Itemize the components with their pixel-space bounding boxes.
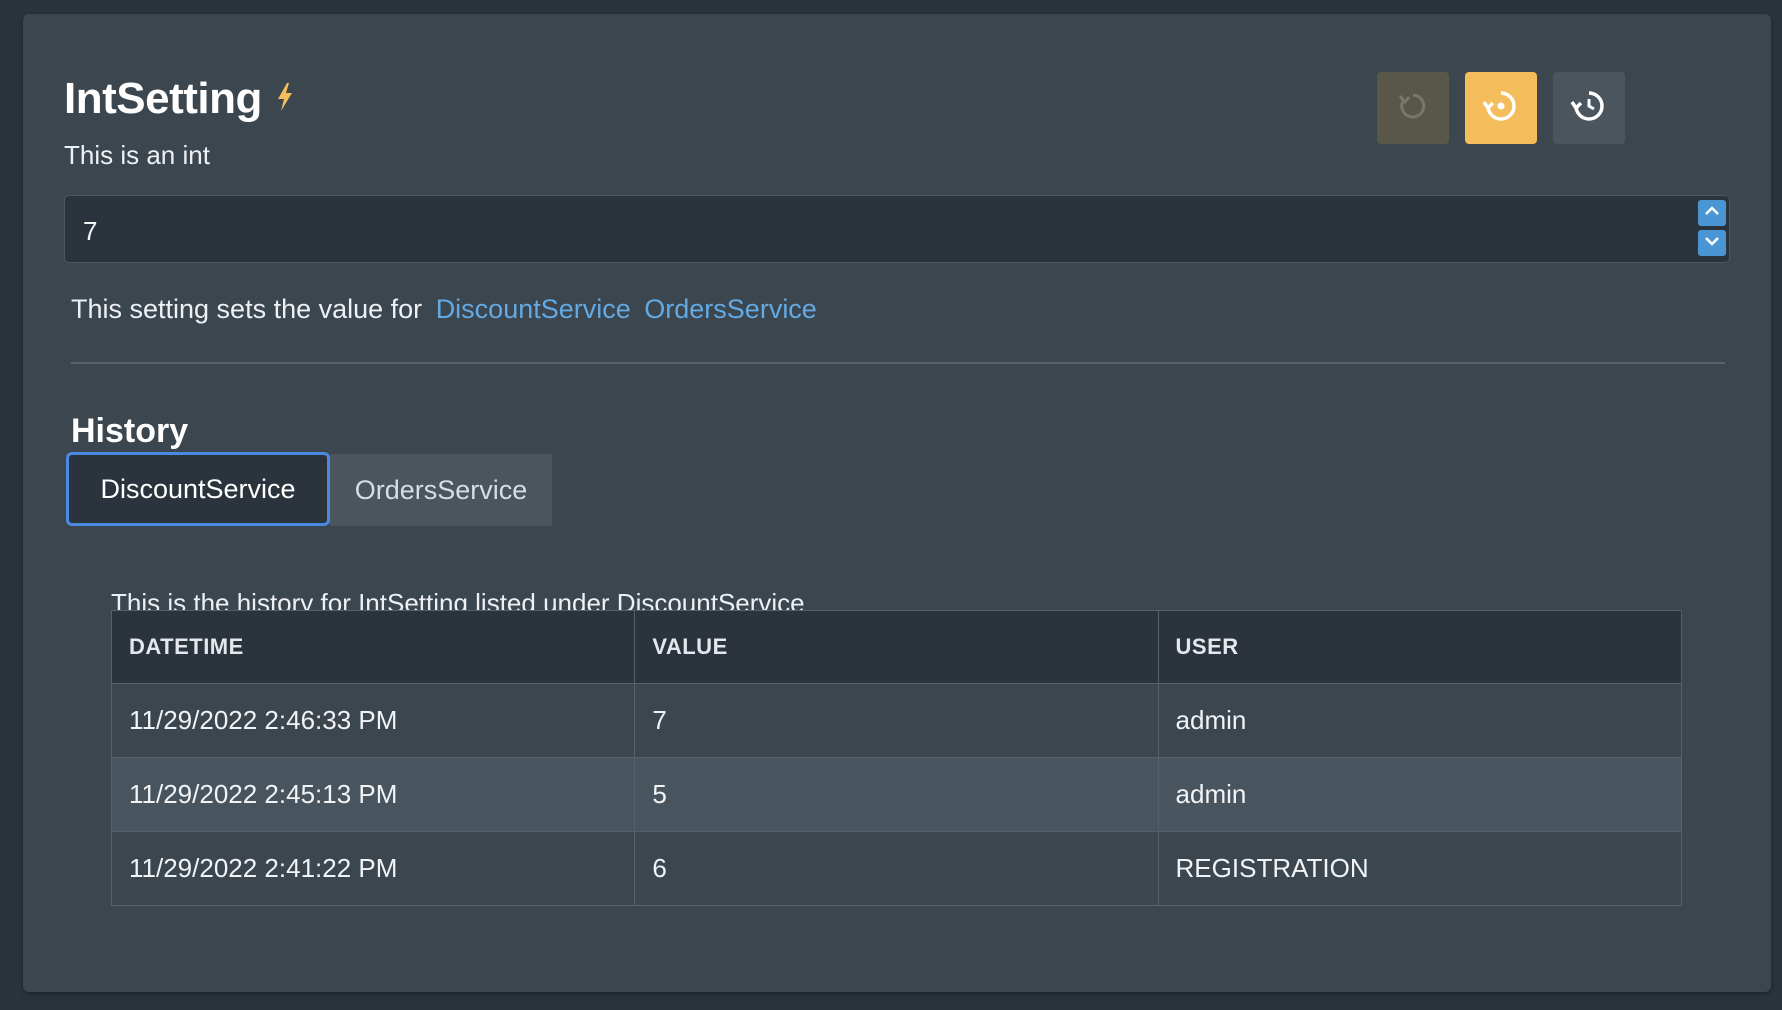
decrement-button[interactable]: [1698, 230, 1726, 256]
cell-datetime: 11/29/2022 2:41:22 PM: [110, 831, 636, 906]
table-row: 11/29/2022 2:46:33 PM 7 admin: [110, 683, 1683, 758]
title-row: IntSetting: [64, 74, 294, 124]
history-heading: History: [71, 412, 189, 450]
cell-user: REGISTRATION: [1157, 831, 1683, 906]
table-row: 11/29/2022 2:41:22 PM 6 REGISTRATION: [110, 831, 1683, 906]
cell-value: 5: [634, 757, 1159, 832]
setting-description: This is an int: [64, 140, 210, 170]
divider: [71, 362, 1725, 364]
chevron-down-icon: [1704, 234, 1720, 252]
lightning-icon: [276, 82, 294, 117]
history-icon: [1570, 87, 1608, 130]
setting-card: IntSetting This is an int 7 This setting…: [23, 14, 1771, 992]
column-header-value[interactable]: VALUE: [634, 610, 1159, 684]
cell-value: 7: [634, 683, 1159, 758]
history-table: DATETIME VALUE USER 11/29/2022 2:46:33 P…: [110, 610, 1683, 906]
sets-value-text: This setting sets the value for Discount…: [71, 294, 817, 325]
cell-datetime: 11/29/2022 2:45:13 PM: [110, 757, 636, 832]
service-link-ordersservice[interactable]: OrdersService: [644, 294, 817, 324]
action-buttons: [1377, 72, 1625, 144]
cell-value: 6: [634, 831, 1159, 906]
tab-ordersservice[interactable]: OrdersService: [330, 454, 552, 526]
page-title: IntSetting: [64, 74, 262, 123]
value-field-text[interactable]: 7: [83, 216, 97, 247]
history-button[interactable]: [1553, 72, 1625, 144]
history-tabs: DiscountService OrdersService: [66, 452, 552, 526]
increment-button[interactable]: [1698, 200, 1726, 226]
chevron-up-icon: [1704, 204, 1720, 222]
table-header-row: DATETIME VALUE USER: [110, 610, 1683, 684]
cell-user: admin: [1157, 683, 1683, 758]
reset-to-default-button[interactable]: [1465, 72, 1537, 144]
cell-user: admin: [1157, 757, 1683, 832]
value-number-input[interactable]: 7: [64, 195, 1730, 263]
sets-prefix: This setting sets the value for: [71, 294, 423, 324]
service-link-discountservice[interactable]: DiscountService: [436, 294, 631, 324]
column-header-user[interactable]: USER: [1157, 610, 1683, 684]
table-row: 11/29/2022 2:45:13 PM 5 admin: [110, 757, 1683, 832]
cell-datetime: 11/29/2022 2:46:33 PM: [110, 683, 636, 758]
column-header-datetime[interactable]: DATETIME: [110, 610, 636, 684]
undo-button[interactable]: [1377, 72, 1449, 144]
tab-discountservice[interactable]: DiscountService: [66, 452, 330, 526]
undo-icon: [1396, 89, 1430, 128]
reset-to-default-icon: [1482, 87, 1520, 130]
